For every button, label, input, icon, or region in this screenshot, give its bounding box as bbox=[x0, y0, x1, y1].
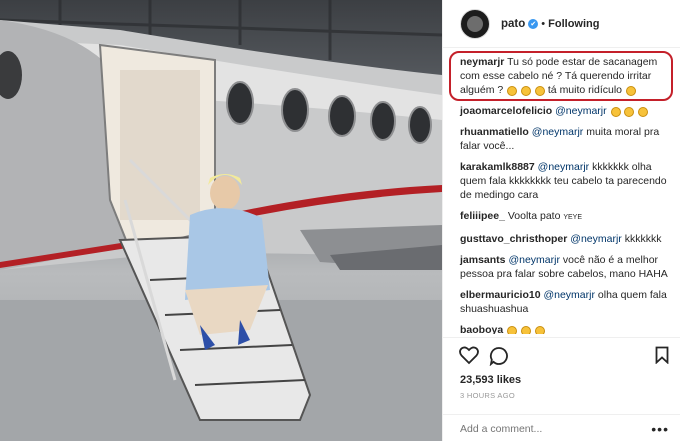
laughing-emoji-icon: 😂 bbox=[507, 326, 518, 334]
comment-text: kkkkkkk bbox=[624, 233, 662, 245]
following-button[interactable]: Following bbox=[548, 18, 599, 30]
comment-item: baoboya 😂 😂 😂 bbox=[460, 323, 671, 334]
comment-username[interactable]: karakamlk8887 bbox=[460, 161, 535, 173]
mention-link[interactable]: @neymarjr bbox=[508, 254, 560, 266]
like-count[interactable]: 23,593 likes bbox=[460, 374, 521, 386]
laughing-emoji-icon: 😂 bbox=[521, 326, 532, 334]
laughing-emoji-icon: 😂 bbox=[624, 107, 635, 117]
comment-item: jamsants @neymarjr você não é a melhor p… bbox=[460, 253, 671, 281]
laughing-emoji-icon: 😂 bbox=[610, 107, 621, 117]
heart-icon[interactable] bbox=[459, 346, 479, 370]
avatar[interactable] bbox=[460, 8, 490, 39]
verified-badge-icon: ✔ bbox=[528, 18, 539, 29]
comment-username[interactable]: rhuanmatiello bbox=[460, 126, 529, 138]
comment-item: karakamlk8887 @neymarjr kkkkkkk olha que… bbox=[460, 160, 671, 202]
mention-link[interactable]: @neymarjr bbox=[532, 126, 584, 138]
laughing-emoji-icon: 😂 bbox=[534, 326, 545, 334]
post-author-username[interactable]: pato bbox=[501, 18, 525, 30]
comment-item: elbermauricio10 @neymarjr olha quem fala… bbox=[460, 288, 671, 316]
comment-username[interactable]: baoboya bbox=[460, 324, 503, 334]
mention-link[interactable]: @neymarjr bbox=[555, 105, 607, 117]
post-photo[interactable] bbox=[0, 0, 442, 441]
comment-text: Voolta pato bbox=[507, 210, 561, 222]
laughing-emoji-icon: 😂 bbox=[638, 107, 649, 117]
comment-item: rhuanmatiello @neymarjr muita moral pra … bbox=[460, 125, 671, 153]
mention-link[interactable]: @neymarjr bbox=[538, 161, 590, 173]
airplane-photo bbox=[0, 0, 442, 441]
post-header: pato ✔ • Following bbox=[443, 0, 680, 48]
comment-username[interactable]: jamsants bbox=[460, 254, 506, 266]
comment-item: joaomarcelofelicio @neymarjr 😂 😂 😂 bbox=[460, 104, 671, 118]
comment-username[interactable]: gusttavo_christhoper bbox=[460, 233, 567, 245]
highlight-annotation bbox=[449, 51, 673, 101]
comment-icon[interactable] bbox=[489, 346, 509, 371]
add-comment-input[interactable] bbox=[460, 422, 630, 435]
mention-link[interactable]: @neymarjr bbox=[570, 233, 622, 245]
comment-username[interactable]: elbermauricio10 bbox=[460, 289, 541, 301]
separator-dot: • bbox=[541, 17, 546, 30]
bookmark-icon[interactable] bbox=[655, 346, 669, 369]
mention-link[interactable]: @neymarjr bbox=[543, 289, 595, 301]
action-icons bbox=[459, 346, 669, 368]
comment-text: YEYE bbox=[563, 214, 583, 221]
comment-item: feliiipee_ Voolta pato YEYE bbox=[460, 209, 671, 225]
add-comment-bar: ••• bbox=[443, 414, 680, 441]
post-actions: 23,593 likes 3 HOURS AGO ••• bbox=[443, 337, 680, 441]
comment-username[interactable]: feliiipee_ bbox=[460, 210, 505, 222]
post-sidebar: pato ✔ • Following neymarjr Tu só pode e… bbox=[442, 0, 680, 441]
post-timestamp: 3 HOURS AGO bbox=[460, 391, 515, 400]
comment-item: gusttavo_christhoper @neymarjr kkkkkkk bbox=[460, 232, 671, 246]
more-options-button[interactable]: ••• bbox=[651, 421, 669, 437]
comment-username[interactable]: joaomarcelofelicio bbox=[460, 105, 552, 117]
